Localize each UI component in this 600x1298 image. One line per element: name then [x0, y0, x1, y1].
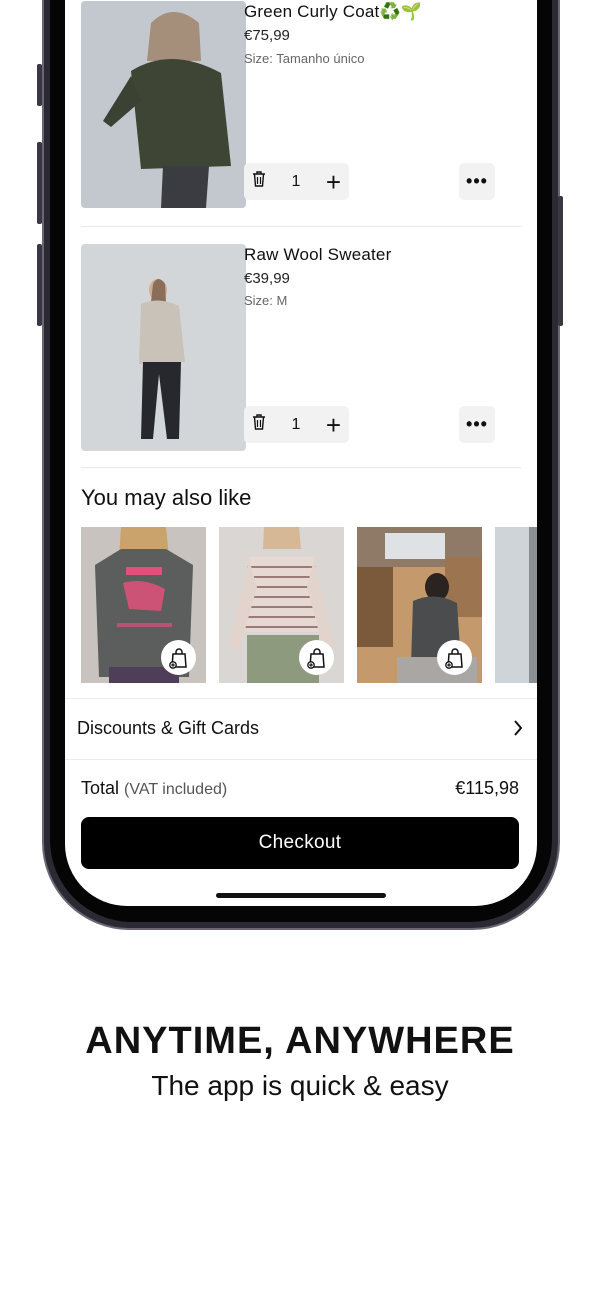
recommended-product-card[interactable] [219, 527, 344, 683]
product-title[interactable]: Raw Wool Sweater [244, 245, 391, 265]
quantity-value: 1 [291, 172, 301, 190]
promo-title: ANYTIME, ANYWHERE [85, 1020, 515, 1062]
phone-side-button [37, 142, 42, 224]
discounts-label: Discounts & Gift Cards [77, 718, 260, 738]
wool-sweater-photo [81, 244, 246, 451]
divider [81, 226, 521, 227]
recommended-product-card[interactable] [81, 527, 206, 683]
discounts-gift-cards-row[interactable]: Discounts & Gift Cards [65, 698, 537, 760]
plus-icon[interactable]: + [326, 412, 341, 438]
home-indicator[interactable] [216, 893, 386, 898]
product-title[interactable]: Green Curly Coat♻️🌱 [244, 2, 422, 22]
product-image[interactable] [81, 244, 246, 451]
shopping-bag-plus-icon [306, 647, 325, 669]
phone-side-button [37, 244, 42, 326]
quantity-stepper: 1 + [244, 406, 349, 443]
add-to-bag-button[interactable] [437, 640, 472, 675]
green-coat-photo [81, 1, 246, 208]
recommended-product-card[interactable] [357, 527, 482, 683]
product-image[interactable] [81, 1, 246, 208]
checkout-button[interactable]: Checkout [81, 817, 519, 869]
vat-note: (VAT included) [124, 781, 228, 798]
product-size: Size: M [244, 293, 288, 308]
chevron-right-icon [513, 719, 523, 742]
quantity-value: 1 [291, 415, 301, 433]
app-screen: Green Curly Coat♻️🌱 €75,99 Size: Tamanho… [65, 0, 537, 906]
total-label: Total (VAT included) [81, 778, 228, 798]
more-options-button[interactable]: ••• [459, 163, 495, 200]
add-to-bag-button[interactable] [299, 640, 334, 675]
more-options-button[interactable]: ••• [459, 406, 495, 443]
quantity-stepper: 1 + [244, 163, 349, 200]
product-price: €39,99 [244, 270, 290, 287]
recommendations-heading: You may also like [81, 485, 252, 510]
phone-side-button [37, 64, 42, 106]
trash-icon[interactable] [252, 171, 266, 192]
trash-icon[interactable] [252, 414, 266, 435]
product-size: Size: Tamanho único [244, 51, 365, 66]
plus-icon[interactable]: + [326, 169, 341, 195]
shopping-bag-plus-icon [444, 647, 463, 669]
product-price: €75,99 [244, 27, 290, 44]
recommended-product-card[interactable] [495, 527, 537, 683]
add-to-bag-button[interactable] [161, 640, 196, 675]
phone-power-button [558, 196, 563, 326]
shopping-bag-plus-icon [168, 647, 187, 669]
divider [81, 467, 521, 468]
partial-product-photo [495, 527, 537, 683]
total-value: €115,98 [455, 778, 519, 798]
promo-subtitle: The app is quick & easy [151, 1070, 449, 1101]
